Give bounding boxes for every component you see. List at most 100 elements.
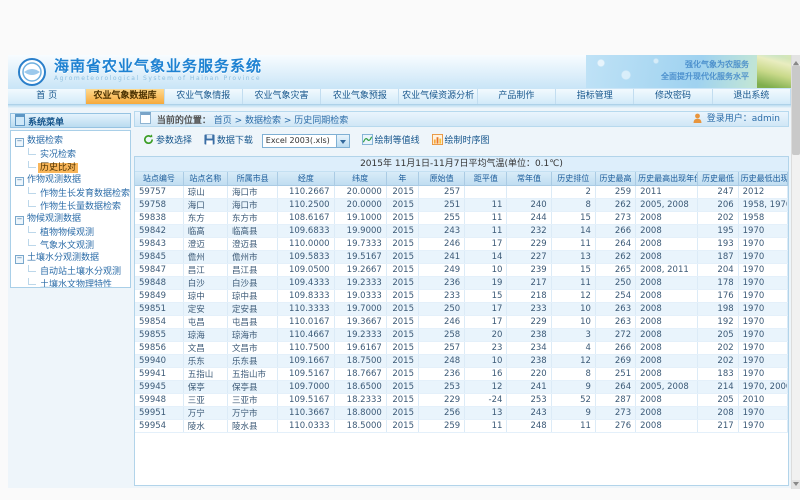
cell-16-10: 287 [595, 394, 635, 407]
table-row-12[interactable]: 59856文昌文昌市110.750019.6167201525723234426… [135, 342, 788, 355]
tree-item-0-1[interactable]: 历史比对 [15, 161, 130, 174]
param-select-button[interactable]: 参数选择 [143, 131, 192, 152]
cell-4-8: 229 [507, 238, 551, 251]
tree-group-0[interactable]: 数据检索 [15, 135, 130, 148]
collapse-icon[interactable] [15, 177, 24, 186]
data-download-button[interactable]: 数据下载 [204, 131, 253, 152]
cell-10-8: 229 [507, 316, 551, 329]
nav-tab-7[interactable]: 指标管理 [556, 89, 634, 104]
nav-tab-8[interactable]: 修改密码 [634, 89, 712, 104]
cell-5-11: 2008 [636, 251, 698, 264]
cell-15-2: 保亭县 [227, 381, 277, 394]
cell-8-8: 218 [507, 290, 551, 303]
tree-item-2-0[interactable]: 植物物候观测 [15, 226, 130, 239]
table-row-4[interactable]: 59843澄迈澄迈县110.000019.7333201524617229112… [135, 238, 788, 251]
export-format-value: Excel 2003(.xls) [266, 136, 330, 145]
table-row-2[interactable]: 59838东方东方市108.616719.1000201525511244152… [135, 212, 788, 225]
chevron-down-icon[interactable] [336, 135, 349, 147]
cell-8-10: 254 [595, 290, 635, 303]
cell-8-5: 2015 [386, 290, 418, 303]
collapse-icon[interactable] [15, 216, 24, 225]
table-row-3[interactable]: 59842临高临高县109.683319.9000201524311232142… [135, 225, 788, 238]
cell-13-1: 乐东 [183, 355, 227, 368]
table-row-9[interactable]: 59851定安定安县110.333319.7000201525017233102… [135, 303, 788, 316]
table-row-15[interactable]: 59945保亭保亭县109.700018.6500201525312241926… [135, 381, 788, 394]
cell-6-12: 204 [698, 264, 738, 277]
table-row-10[interactable]: 59854屯昌屯昌县110.016719.3667201524617229102… [135, 316, 788, 329]
cell-8-1: 琼中 [183, 290, 227, 303]
nav-tab-0[interactable]: 首 页 [8, 89, 86, 104]
table-row-8[interactable]: 59849琼中琼中县109.833319.0333201523315218122… [135, 290, 788, 303]
nav-tab-9[interactable]: 退出系统 [713, 89, 791, 104]
cell-0-9: 2 [551, 186, 595, 199]
breadcrumb[interactable]: 首页 > 数据检索 > 历史同期检索 [214, 116, 349, 126]
draw-timeseries-button[interactable]: 绘制时序图 [432, 131, 490, 152]
table-row-18[interactable]: 59954陵水陵水县110.033318.5000201525911248112… [135, 420, 788, 433]
cell-6-10: 265 [595, 264, 635, 277]
export-format-select[interactable]: Excel 2003(.xls) [262, 134, 350, 148]
nav-tab-5[interactable]: 农业气候资源分析 [399, 89, 477, 104]
cell-10-5: 2015 [386, 316, 418, 329]
collapse-icon[interactable] [15, 255, 24, 264]
scroll-up-arrow[interactable] [792, 55, 800, 64]
table-row-17[interactable]: 59951万宁万宁市110.366718.8000201525613243927… [135, 407, 788, 420]
table-row-7[interactable]: 59848白沙白沙县109.433319.2333201523619217112… [135, 277, 788, 290]
column-header-4: 纬度 [334, 172, 386, 186]
tree-group-2[interactable]: 物候观测数据 [15, 213, 130, 226]
app-title: 海南省农业气象业务服务系统 [54, 57, 262, 75]
tree-item-2-1[interactable]: 气象水文观测 [15, 239, 130, 252]
cell-17-4: 18.8000 [334, 407, 386, 420]
scrollbar-thumb[interactable] [792, 65, 800, 155]
tree-group-3[interactable]: 土壤水分观测数据 [15, 252, 130, 265]
tree-connector [28, 148, 36, 155]
tree-item-label: 土壤水文物理特性 [38, 280, 114, 288]
cell-7-3: 109.4333 [278, 277, 334, 290]
cell-3-13: 1970 [738, 225, 787, 238]
cell-13-3: 109.1667 [278, 355, 334, 368]
tree-item-label: 作物生长量数据检索 [38, 202, 123, 212]
nav-tab-3[interactable]: 农业气象灾害 [243, 89, 321, 104]
table-row-11[interactable]: 59855琼海琼海市110.466719.2333201525820238327… [135, 329, 788, 342]
table-row-14[interactable]: 59941五指山五指山市109.516718.76672015236162208… [135, 368, 788, 381]
cell-2-11: 2008 [636, 212, 698, 225]
cell-15-3: 109.7000 [278, 381, 334, 394]
cell-1-3: 110.2500 [278, 199, 334, 212]
cell-11-12: 205 [698, 329, 738, 342]
column-header-11: 历史最高出现年份 [636, 172, 698, 186]
tree-item-3-0[interactable]: 自动站土壤水分观测 [15, 265, 130, 278]
cell-17-10: 273 [595, 407, 635, 420]
nav-tab-6[interactable]: 产品制作 [478, 89, 556, 104]
cell-15-13: 1970, 2000 [738, 381, 787, 394]
nav-tab-4[interactable]: 农业气象预报 [321, 89, 399, 104]
cell-7-4: 19.2333 [334, 277, 386, 290]
column-header-8: 常年值 [507, 172, 551, 186]
tree-item-1-1[interactable]: 作物生长量数据检索 [15, 200, 130, 213]
collapse-icon[interactable] [15, 138, 24, 147]
browser-scrollbar[interactable] [791, 55, 800, 489]
cell-4-2: 澄迈县 [227, 238, 277, 251]
tree-item-3-1[interactable]: 土壤水文物理特性 [15, 278, 130, 288]
cell-5-12: 187 [698, 251, 738, 264]
table-row-16[interactable]: 59948三亚三亚市109.516718.23332015229-2425352… [135, 394, 788, 407]
cell-2-10: 273 [595, 212, 635, 225]
tree-item-0-0[interactable]: 实况检索 [15, 148, 130, 161]
cell-18-5: 2015 [386, 420, 418, 433]
cell-18-11: 2008 [636, 420, 698, 433]
cell-17-8: 243 [507, 407, 551, 420]
cell-18-2: 陵水县 [227, 420, 277, 433]
cell-7-6: 236 [418, 277, 464, 290]
table-row-0[interactable]: 59757琼山海口市110.266720.0000201525722592011… [135, 186, 788, 199]
table-row-6[interactable]: 59847昌江昌江县109.050019.2667201524910239152… [135, 264, 788, 277]
cell-2-12: 202 [698, 212, 738, 225]
tree-item-1-0[interactable]: 作物生长发育数据检索 [15, 187, 130, 200]
table-row-1[interactable]: 59758海口海口市110.250020.0000201525111240826… [135, 199, 788, 212]
draw-isoline-button[interactable]: 绘制等值线 [362, 131, 420, 152]
cell-11-0: 59855 [135, 329, 183, 342]
scroll-down-arrow[interactable] [792, 480, 800, 489]
table-row-13[interactable]: 59940乐东乐东县109.166718.7500201524810238122… [135, 355, 788, 368]
tree-group-1[interactable]: 作物观测数据 [15, 174, 130, 187]
cell-7-5: 2015 [386, 277, 418, 290]
table-row-5[interactable]: 59845儋州儋州市109.583319.5167201524114227132… [135, 251, 788, 264]
nav-tab-1[interactable]: 农业气象数据库 [86, 89, 164, 104]
nav-tab-2[interactable]: 农业气象情报 [165, 89, 243, 104]
